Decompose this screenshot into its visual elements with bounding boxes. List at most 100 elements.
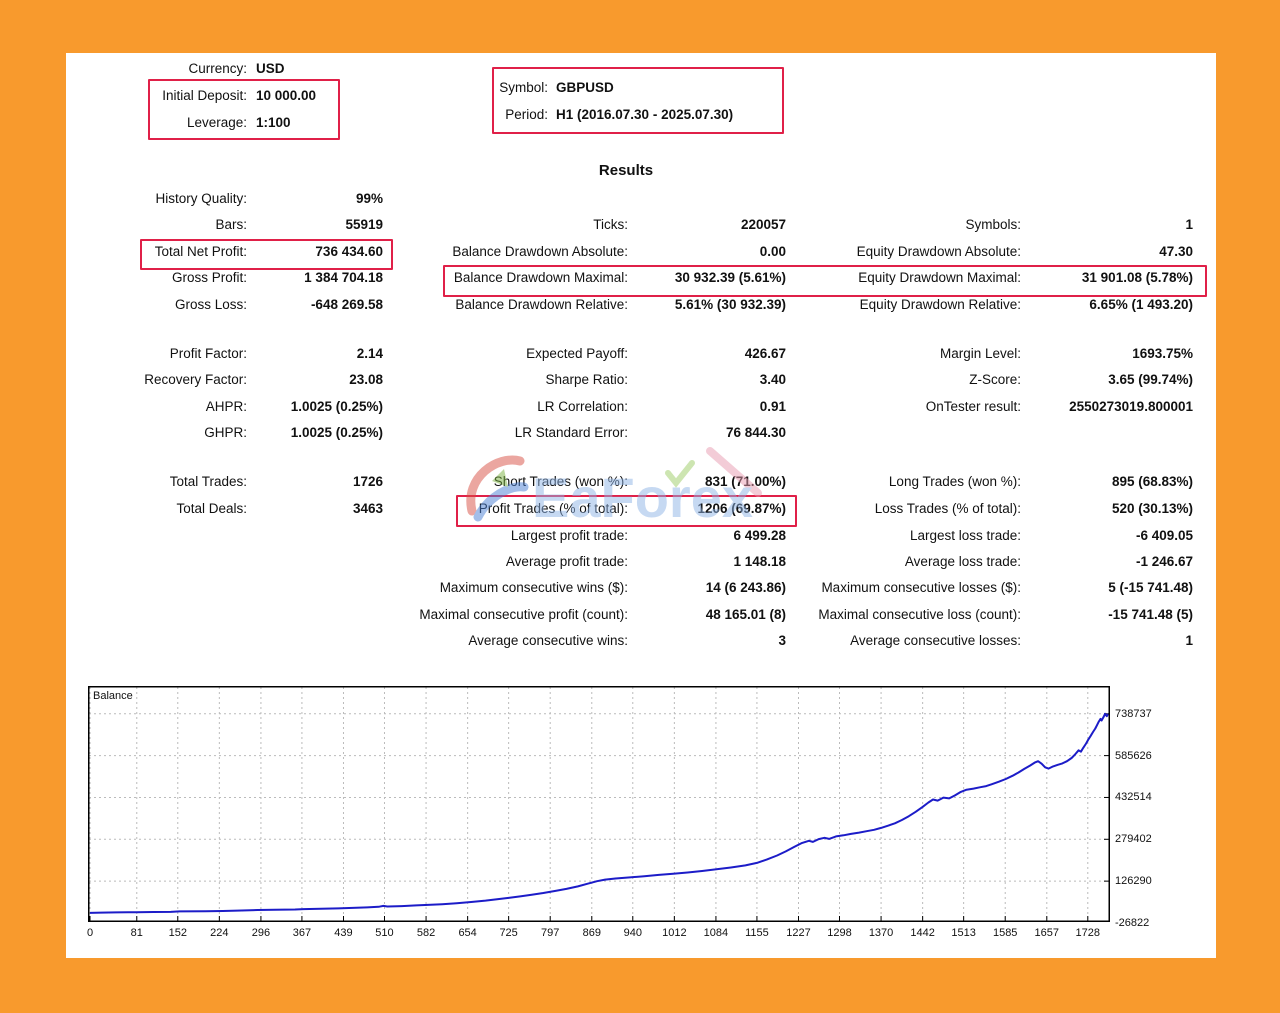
stat-value: 6 499.28 [632,528,786,543]
stat-label: Total Trades: [66,474,247,489]
x-axis-tick-label: 1370 [858,927,904,939]
stat-row: Gross Profit:1 384 704.18Balance Drawdow… [66,270,1216,290]
stat-value: 1 384 704.18 [252,270,383,285]
stat-label: Equity Drawdown Absolute: [804,244,1021,259]
symbol-value: GBPUSD [556,80,614,95]
stat-value: 831 (71.00%) [632,474,786,489]
stat-label: LR Standard Error: [384,425,628,440]
y-axis-tick-label: 585626 [1115,750,1152,762]
stat-value: 220057 [632,217,786,232]
stat-label: Gross Loss: [66,297,247,312]
stat-label: Short Trades (won %): [384,474,628,489]
stat-row: Total Net Profit:736 434.60Balance Drawd… [66,244,1216,264]
x-axis-tick-label: 940 [610,927,656,939]
stat-value: 3 [632,633,786,648]
stat-label: Balance Drawdown Relative: [384,297,628,312]
stat-row: Gross Loss:-648 269.58Balance Drawdown R… [66,297,1216,317]
stat-label: Z-Score: [804,372,1021,387]
stat-value: 1.0025 (0.25%) [252,399,383,414]
x-axis-tick-label: 81 [114,927,160,939]
stat-label: Loss Trades (% of total): [804,501,1021,516]
stat-label: Total Deals: [66,501,247,516]
x-axis-tick-label: 1227 [776,927,822,939]
stat-value: -15 741.48 (5) [1024,607,1193,622]
chart-border [89,687,1110,922]
x-axis-tick-label: 1728 [1065,927,1111,939]
stat-value: 14 (6 243.86) [632,580,786,595]
stat-label: Balance Drawdown Maximal: [384,270,628,285]
x-axis-tick-label: 869 [569,927,615,939]
balance-line [90,714,1108,913]
stat-row: Maximal consecutive profit (count): 48 16… [66,607,1216,627]
x-axis-tick-label: 152 [155,927,201,939]
stat-value: 2550273019.800001 [1024,399,1193,414]
stat-row: AHPR:1.0025 (0.25%)LR Correlation:0.91On… [66,399,1216,419]
stat-value: 2.14 [252,346,383,361]
stat-label: Expected Payoff: [384,346,628,361]
stat-value: -6 409.05 [1024,528,1193,543]
stat-value: 3.65 (99.74%) [1024,372,1193,387]
stat-label: Equity Drawdown Relative: [804,297,1021,312]
x-axis-tick-label: 367 [279,927,325,939]
stat-value: 3463 [252,501,383,516]
x-axis-tick-label: 1012 [651,927,697,939]
stat-value: 1693.75% [1024,346,1193,361]
stat-value: 1 [1024,633,1193,648]
stat-label: LR Correlation: [384,399,628,414]
stat-label: Maximal consecutive profit (count): [384,607,628,622]
report-page: { "header": { "currency_label": "Currenc… [0,0,1280,1013]
stat-label: Total Net Profit: [66,244,247,259]
stat-label: Average profit trade: [384,554,628,569]
stat-value: 99% [252,191,383,206]
stat-row: Total Deals:3463Profit Trades (% of tota… [66,501,1216,521]
stat-row: Average consecutive wins:3Average consec… [66,633,1216,653]
initial-deposit-value: 10 000.00 [256,88,316,103]
stat-label: Average consecutive wins: [384,633,628,648]
stat-row: Largest profit trade: 6 499.28 Largest los… [66,528,1216,548]
stat-value: 30 932.39 (5.61%) [632,270,786,285]
period-label: Period: [408,107,548,122]
stat-value: 23.08 [252,372,383,387]
results-title: Results [526,162,726,179]
stat-row: Bars:55919Ticks:220057Symbols:1 [66,217,1216,237]
stat-row: History Quality:99% [66,191,1216,211]
stat-row: Total Trades:1726Short Trades (won %):83… [66,474,1216,494]
stat-label: Largest loss trade: [804,528,1021,543]
stat-value: 1 148.18 [632,554,786,569]
stat-value: 5.61% (30 932.39) [632,297,786,312]
stat-value: 3.40 [632,372,786,387]
stat-value: 0.00 [632,244,786,259]
stat-label: Symbols: [804,217,1021,232]
balance-chart [88,686,1110,922]
stat-row: GHPR:1.0025 (0.25%)LR Standard Error:76 … [66,425,1216,445]
x-axis-tick-label: 1155 [734,927,780,939]
y-axis-tick-label: 126290 [1115,875,1152,887]
stat-value: 736 434.60 [252,244,383,259]
stat-value: 5 (-15 741.48) [1024,580,1193,595]
stat-label: Largest profit trade: [384,528,628,543]
stat-value: 1206 (69.87%) [632,501,786,516]
stat-value: 520 (30.13%) [1024,501,1193,516]
stat-label: Long Trades (won %): [804,474,1021,489]
stat-value: 31 901.08 (5.78%) [1024,270,1193,285]
x-axis-tick-label: 797 [527,927,573,939]
stat-label: Equity Drawdown Maximal: [804,270,1021,285]
stat-value: 76 844.30 [632,425,786,440]
stat-value: -1 246.67 [1024,554,1193,569]
currency-label: Currency: [66,61,247,76]
stat-value: 48 165.01 (8) [632,607,786,622]
balance-chart-title: Balance [93,690,133,702]
stat-label: Sharpe Ratio: [384,372,628,387]
x-axis-tick-label: 1298 [816,927,862,939]
stat-row: Recovery Factor: 23.08Sharpe Ratio: 3.40 Z-… [66,372,1216,392]
stat-label: Recovery Factor: [66,372,247,387]
y-axis-tick-label: -26822 [1115,917,1149,929]
stat-row: Maximum consecutive wins ($):14 (6 243.8… [66,580,1216,600]
stat-label: OnTester result: [804,399,1021,414]
stat-value: 1.0025 (0.25%) [252,425,383,440]
stat-value: 426.67 [632,346,786,361]
x-axis-tick-label: 1585 [982,927,1028,939]
x-axis-tick-label: 582 [403,927,449,939]
stat-row: Profit Factor:2.14Expected Payoff:426.67… [66,346,1216,366]
y-axis-tick-label: 432514 [1115,791,1152,803]
